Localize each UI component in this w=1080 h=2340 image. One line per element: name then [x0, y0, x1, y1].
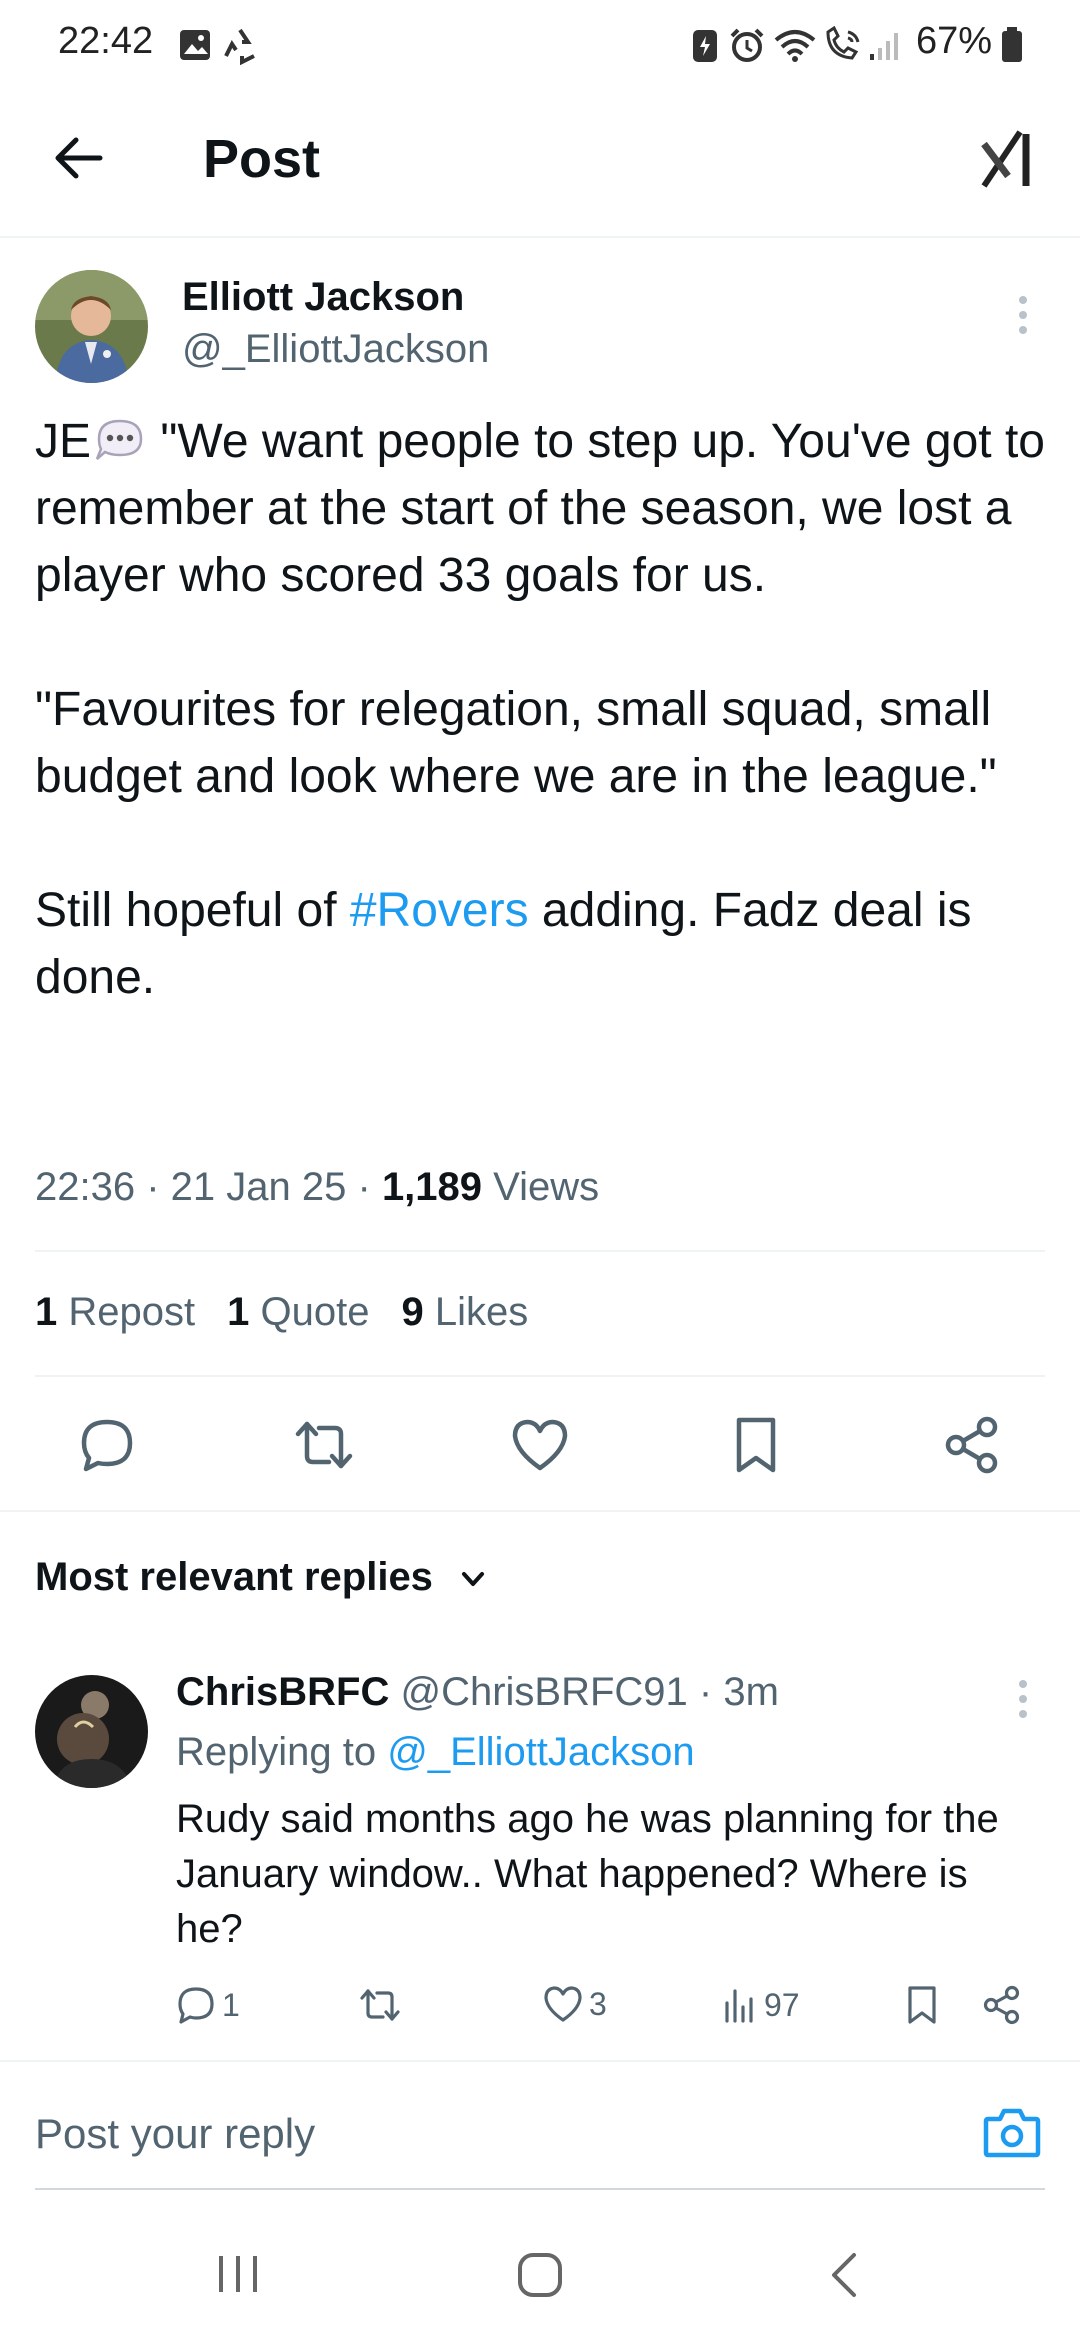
battery-saver-icon [690, 28, 720, 64]
reply-divider [0, 2060, 1080, 2062]
image-icon [178, 28, 212, 62]
post-stats: 1 Repost 1 Quote 9 Likes [35, 1290, 560, 1335]
author-handle[interactable]: @_ElliottJackson [182, 327, 489, 372]
post-text-line1: "We want people to step up. You've got t… [35, 415, 1045, 602]
reply-icon[interactable] [67, 1405, 147, 1485]
signal-icon [868, 28, 904, 62]
post-text-para2: "Favourites for relegation, small squad,… [35, 683, 997, 803]
reply-reply-action[interactable]: 1 [176, 1985, 240, 2025]
reply-handle-time: @ChrisBRFC91 · 3m [400, 1670, 779, 1714]
battery-percentage: 67% [915, 20, 992, 62]
chevron-down-icon [458, 1564, 488, 1594]
post-text-prefix: JE [35, 415, 92, 468]
post-meta: 22:36 · 21 Jan 25 · 1,189 Views [35, 1165, 600, 1209]
reply-author[interactable]: ChrisBRFC @ChrisBRFC91 · 3m [176, 1670, 779, 1715]
reposts-stat[interactable]: 1 Repost [35, 1290, 195, 1335]
android-nav-bar [0, 2210, 1080, 2340]
reply-like-count: 3 [589, 1985, 607, 2022]
post-date: 21 Jan 25 [170, 1165, 347, 1209]
hashtag-link[interactable]: #Rovers [350, 884, 529, 937]
x-grok-icon[interactable] [980, 128, 1042, 190]
quotes-stat[interactable]: 1 Quote [227, 1290, 369, 1335]
more-options-icon[interactable] [1008, 290, 1038, 340]
back-nav-icon[interactable] [826, 2250, 862, 2300]
reply-reply-count: 1 [222, 1986, 240, 2023]
replying-to: Replying to @_ElliottJackson [176, 1730, 695, 1775]
page-title: Post [203, 129, 321, 189]
like-small-icon [543, 1985, 583, 2023]
reply-bookmark-action[interactable] [906, 1985, 938, 2025]
replying-to-handle[interactable]: @_ElliottJackson [387, 1730, 694, 1774]
repost-icon[interactable] [284, 1405, 364, 1485]
speech-bubble-icon [93, 417, 147, 463]
views-small-icon [722, 1985, 758, 2025]
reply-composer-input[interactable]: Post your reply [35, 2110, 315, 2158]
recycle-icon [220, 26, 260, 66]
home-icon[interactable] [515, 2250, 565, 2300]
reply-text: Rudy said months ago he was planning for… [176, 1797, 999, 1951]
reply-repost-action[interactable] [358, 1985, 402, 2025]
composer-underline [35, 2188, 1045, 2190]
reply-more-options-icon[interactable] [1008, 1674, 1038, 1724]
stats-divider [35, 1375, 1045, 1377]
battery-icon [1000, 26, 1024, 64]
back-arrow-icon[interactable] [50, 130, 106, 186]
views-label[interactable]: Views [493, 1165, 599, 1209]
author-name[interactable]: Elliott Jackson [182, 275, 464, 320]
wifi-calling-icon [822, 26, 866, 64]
camera-icon[interactable] [982, 2105, 1042, 2161]
reply-like-action[interactable]: 3 [543, 1985, 607, 2023]
post-time: 22:36 [35, 1165, 136, 1209]
alarm-icon [728, 26, 766, 64]
like-icon[interactable] [500, 1405, 580, 1485]
meta-divider [35, 1250, 1045, 1252]
likes-stat[interactable]: 9 Likes [401, 1290, 528, 1335]
repost-small-icon [358, 1985, 402, 2025]
replies-sort-label: Most relevant replies [35, 1555, 433, 1599]
reply-views-action[interactable]: 97 [722, 1985, 800, 2025]
views-count: 1,189 [381, 1165, 483, 1209]
reply-share-action[interactable] [982, 1985, 1022, 2025]
replying-to-prefix: Replying to [176, 1730, 377, 1774]
reply-avatar[interactable] [35, 1675, 148, 1788]
replies-sort[interactable]: Most relevant replies [35, 1555, 488, 1600]
share-icon[interactable] [932, 1405, 1012, 1485]
author-avatar[interactable] [35, 270, 148, 383]
bookmark-icon[interactable] [716, 1405, 796, 1485]
recent-apps-icon[interactable] [215, 2252, 261, 2296]
post-text: JE "We want people to step up. You've go… [35, 408, 1055, 1011]
header-divider [0, 236, 1080, 238]
reply-author-name: ChrisBRFC [176, 1670, 390, 1714]
status-time: 22:42 [58, 20, 154, 62]
reply-small-icon [176, 1985, 216, 2025]
wifi-icon [772, 26, 818, 64]
actions-divider [0, 1510, 1080, 1512]
post-text-para3-start: Still hopeful of [35, 884, 350, 937]
reply-views-count: 97 [764, 1986, 800, 2023]
bookmark-small-icon [906, 1985, 938, 2025]
share-small-icon [982, 1985, 1022, 2025]
